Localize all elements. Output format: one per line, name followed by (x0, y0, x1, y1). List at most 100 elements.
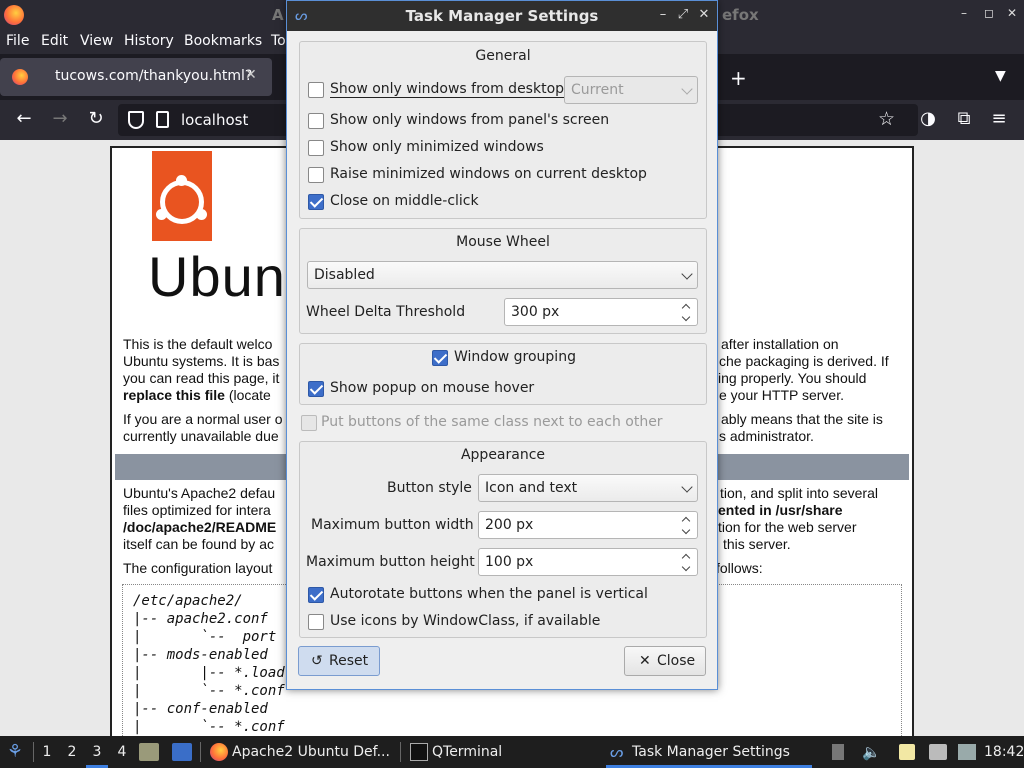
url-text[interactable]: localhost (181, 111, 248, 129)
page-text: files optimized for intera (123, 502, 271, 518)
button-style-label: Button style (387, 480, 472, 496)
max-width-spinbox[interactable]: 200 px (478, 511, 698, 539)
hamburger-menu-icon[interactable]: ≡ (988, 108, 1010, 130)
button-label: Close (657, 653, 696, 669)
page-text: ably means that the site is (721, 411, 883, 427)
menu-view[interactable]: View (80, 33, 113, 49)
select-value: Icon and text (485, 480, 578, 496)
checkbox-label[interactable]: Autorotate buttons when the panel is ver… (330, 586, 648, 602)
page-text: The configuration layout (123, 560, 273, 576)
firefox-icon (12, 69, 28, 85)
checkbox-label[interactable]: Raise minimized windows on current deskt… (330, 166, 647, 182)
menu-tools[interactable]: To (271, 33, 286, 49)
maximize-icon[interactable]: ⤢ (676, 7, 690, 23)
code-line: | `-- *.conf (133, 719, 285, 735)
checkbox-label[interactable]: Show only minimized windows (330, 139, 544, 155)
forward-arrow-icon[interactable]: → (49, 108, 71, 130)
close-middle-click-checkbox[interactable] (308, 194, 324, 210)
icons-wmclass-checkbox[interactable] (308, 614, 324, 630)
page-text: This is the default welco (123, 336, 273, 352)
show-only-minimized-checkbox[interactable] (308, 140, 324, 156)
desktop-3-button[interactable]: 3 (86, 736, 108, 768)
notes-icon[interactable] (899, 744, 915, 760)
checkbox-label[interactable]: Put buttons of the same class next to ea… (321, 414, 663, 430)
close-icon: ✕ (639, 653, 651, 669)
spinbox-value: 300 px (511, 304, 560, 320)
browser-title-left: A (272, 6, 284, 24)
network-icon[interactable] (958, 744, 976, 760)
spin-up-icon[interactable] (681, 303, 691, 313)
close-button[interactable]: ✕ Close (624, 646, 706, 676)
back-arrow-icon[interactable]: ← (13, 108, 35, 130)
desktop-4-button[interactable]: 4 (111, 736, 133, 768)
button-style-select[interactable]: Icon and text (478, 474, 698, 502)
menu-history[interactable]: History (124, 33, 174, 49)
desktop-2-button[interactable]: 2 (61, 736, 83, 768)
menu-file[interactable]: File (6, 33, 29, 49)
popup-hover-checkbox[interactable] (308, 381, 324, 397)
page-icon[interactable] (156, 111, 169, 128)
general-group: General Show only windows from desktop C… (299, 41, 707, 219)
autorotate-checkbox[interactable] (308, 587, 324, 603)
page-text: /doc/apache2/README (123, 519, 277, 535)
checkbox-label[interactable]: Show only windows from desktop (330, 81, 565, 98)
clock[interactable]: 18:42 (984, 736, 1024, 768)
checkbox-label[interactable]: Show popup on mouse hover (330, 380, 534, 396)
task-manager-settings-dialog: ᔕ Task Manager Settings – ⤢ ✕ General Sh… (286, 0, 718, 690)
checkbox-label[interactable]: Show only windows from panel's screen (330, 112, 609, 128)
minimize-icon[interactable]: – (656, 7, 670, 23)
checkbox-label[interactable]: Window grouping (454, 349, 576, 365)
task-qterminal[interactable]: QTerminal (406, 736, 596, 768)
spin-up-icon[interactable] (681, 553, 691, 563)
checkbox-label[interactable]: Close on middle-click (330, 193, 479, 209)
close-window-icon[interactable]: ✕ (1005, 6, 1019, 20)
reset-button[interactable]: ↺ Reset (298, 646, 380, 676)
wheel-delta-spinbox[interactable]: 300 px (504, 298, 698, 326)
spinbox-value: 200 px (485, 517, 534, 533)
clipboard-icon[interactable] (832, 744, 844, 760)
page-text: Ubuntu systems. It is bas (123, 353, 280, 369)
menu-bookmarks[interactable]: Bookmarks (184, 33, 262, 49)
browser-tab[interactable]: tucows.com/thankyou.html? ✕ (0, 58, 272, 96)
mouse-wheel-mode-select[interactable]: Disabled (307, 261, 698, 289)
desktop-select[interactable]: Current (564, 76, 698, 104)
taskbar: ⚘ 1 2 3 4 Apache2 Ubuntu Def... QTermina… (0, 736, 1024, 768)
spinbox-value: 100 px (485, 554, 534, 570)
account-icon[interactable]: ◑ (917, 108, 939, 130)
dialog-titlebar[interactable]: ᔕ Task Manager Settings – ⤢ ✕ (287, 1, 717, 31)
shield-icon[interactable] (128, 111, 144, 129)
bookmark-star-icon[interactable]: ☆ (878, 108, 895, 130)
spin-down-icon[interactable] (681, 312, 691, 322)
reload-icon[interactable]: ↻ (85, 108, 107, 130)
page-text: after installation on (721, 336, 839, 352)
code-line: |-- conf-enabled (133, 701, 268, 717)
keyboard-icon[interactable] (929, 744, 947, 760)
checkbox-label[interactable]: Use icons by WindowClass, if available (330, 613, 600, 629)
close-tab-icon[interactable]: ✕ (245, 67, 257, 83)
show-desktop-icon[interactable] (172, 743, 192, 761)
show-only-desktop-checkbox[interactable] (308, 82, 324, 98)
new-tab-button[interactable]: + (730, 66, 747, 90)
close-icon[interactable]: ✕ (697, 7, 711, 23)
max-height-spinbox[interactable]: 100 px (478, 548, 698, 576)
raise-minimized-checkbox[interactable] (308, 167, 324, 183)
maximize-icon[interactable]: ◻ (982, 6, 996, 20)
spin-down-icon[interactable] (681, 562, 691, 572)
spin-down-icon[interactable] (681, 525, 691, 535)
reset-icon: ↺ (311, 653, 323, 669)
window-grouping-checkbox[interactable] (432, 350, 448, 366)
lxqt-menu-icon[interactable]: ⚘ (4, 736, 26, 768)
desktop-1-button[interactable]: 1 (36, 736, 58, 768)
task-firefox[interactable]: Apache2 Ubuntu Def... (206, 736, 396, 768)
menu-edit[interactable]: Edit (41, 33, 68, 49)
task-task-manager-settings[interactable]: ᔕ Task Manager Settings (606, 736, 812, 768)
volume-icon[interactable]: 🔈 (862, 744, 881, 760)
chevron-down-icon[interactable]: ▼ (995, 68, 1006, 84)
file-manager-icon[interactable] (139, 743, 159, 761)
extensions-icon[interactable]: ⧉ (953, 108, 975, 130)
minimize-icon[interactable]: – (957, 6, 971, 20)
max-height-label: Maximum button height (306, 554, 475, 570)
spin-up-icon[interactable] (681, 516, 691, 526)
same-class-checkbox[interactable] (301, 415, 317, 431)
show-only-panel-screen-checkbox[interactable] (308, 113, 324, 129)
